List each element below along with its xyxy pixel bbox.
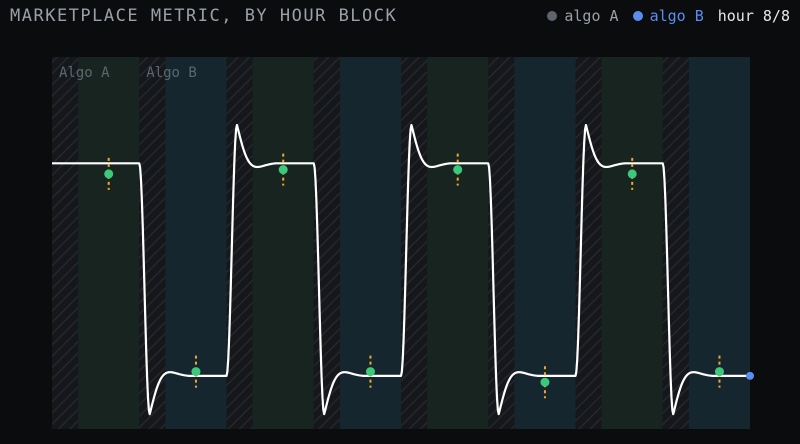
transition-stripe xyxy=(52,57,79,429)
hour-marker[interactable] xyxy=(453,165,463,175)
hour-marker[interactable] xyxy=(627,169,637,179)
hour-marker[interactable] xyxy=(365,367,375,377)
region-label-algo-a: Algo A xyxy=(59,65,110,81)
block-algo-a xyxy=(78,57,140,429)
hour-marker[interactable] xyxy=(278,165,288,175)
hour-marker[interactable] xyxy=(191,367,201,377)
chart-canvas: Algo A Algo B xyxy=(51,57,754,429)
block-algo-a xyxy=(252,57,314,429)
hour-marker[interactable] xyxy=(714,367,724,377)
transition-stripe xyxy=(575,57,602,429)
transition-stripe xyxy=(401,57,428,429)
transition-stripe xyxy=(226,57,253,429)
block-algo-a xyxy=(427,57,489,429)
end-marker[interactable] xyxy=(746,371,754,380)
block-algo-a xyxy=(601,57,663,429)
hour-marker[interactable] xyxy=(104,169,114,179)
hour-marker[interactable] xyxy=(540,377,550,387)
region-label-algo-b: Algo B xyxy=(146,65,197,81)
